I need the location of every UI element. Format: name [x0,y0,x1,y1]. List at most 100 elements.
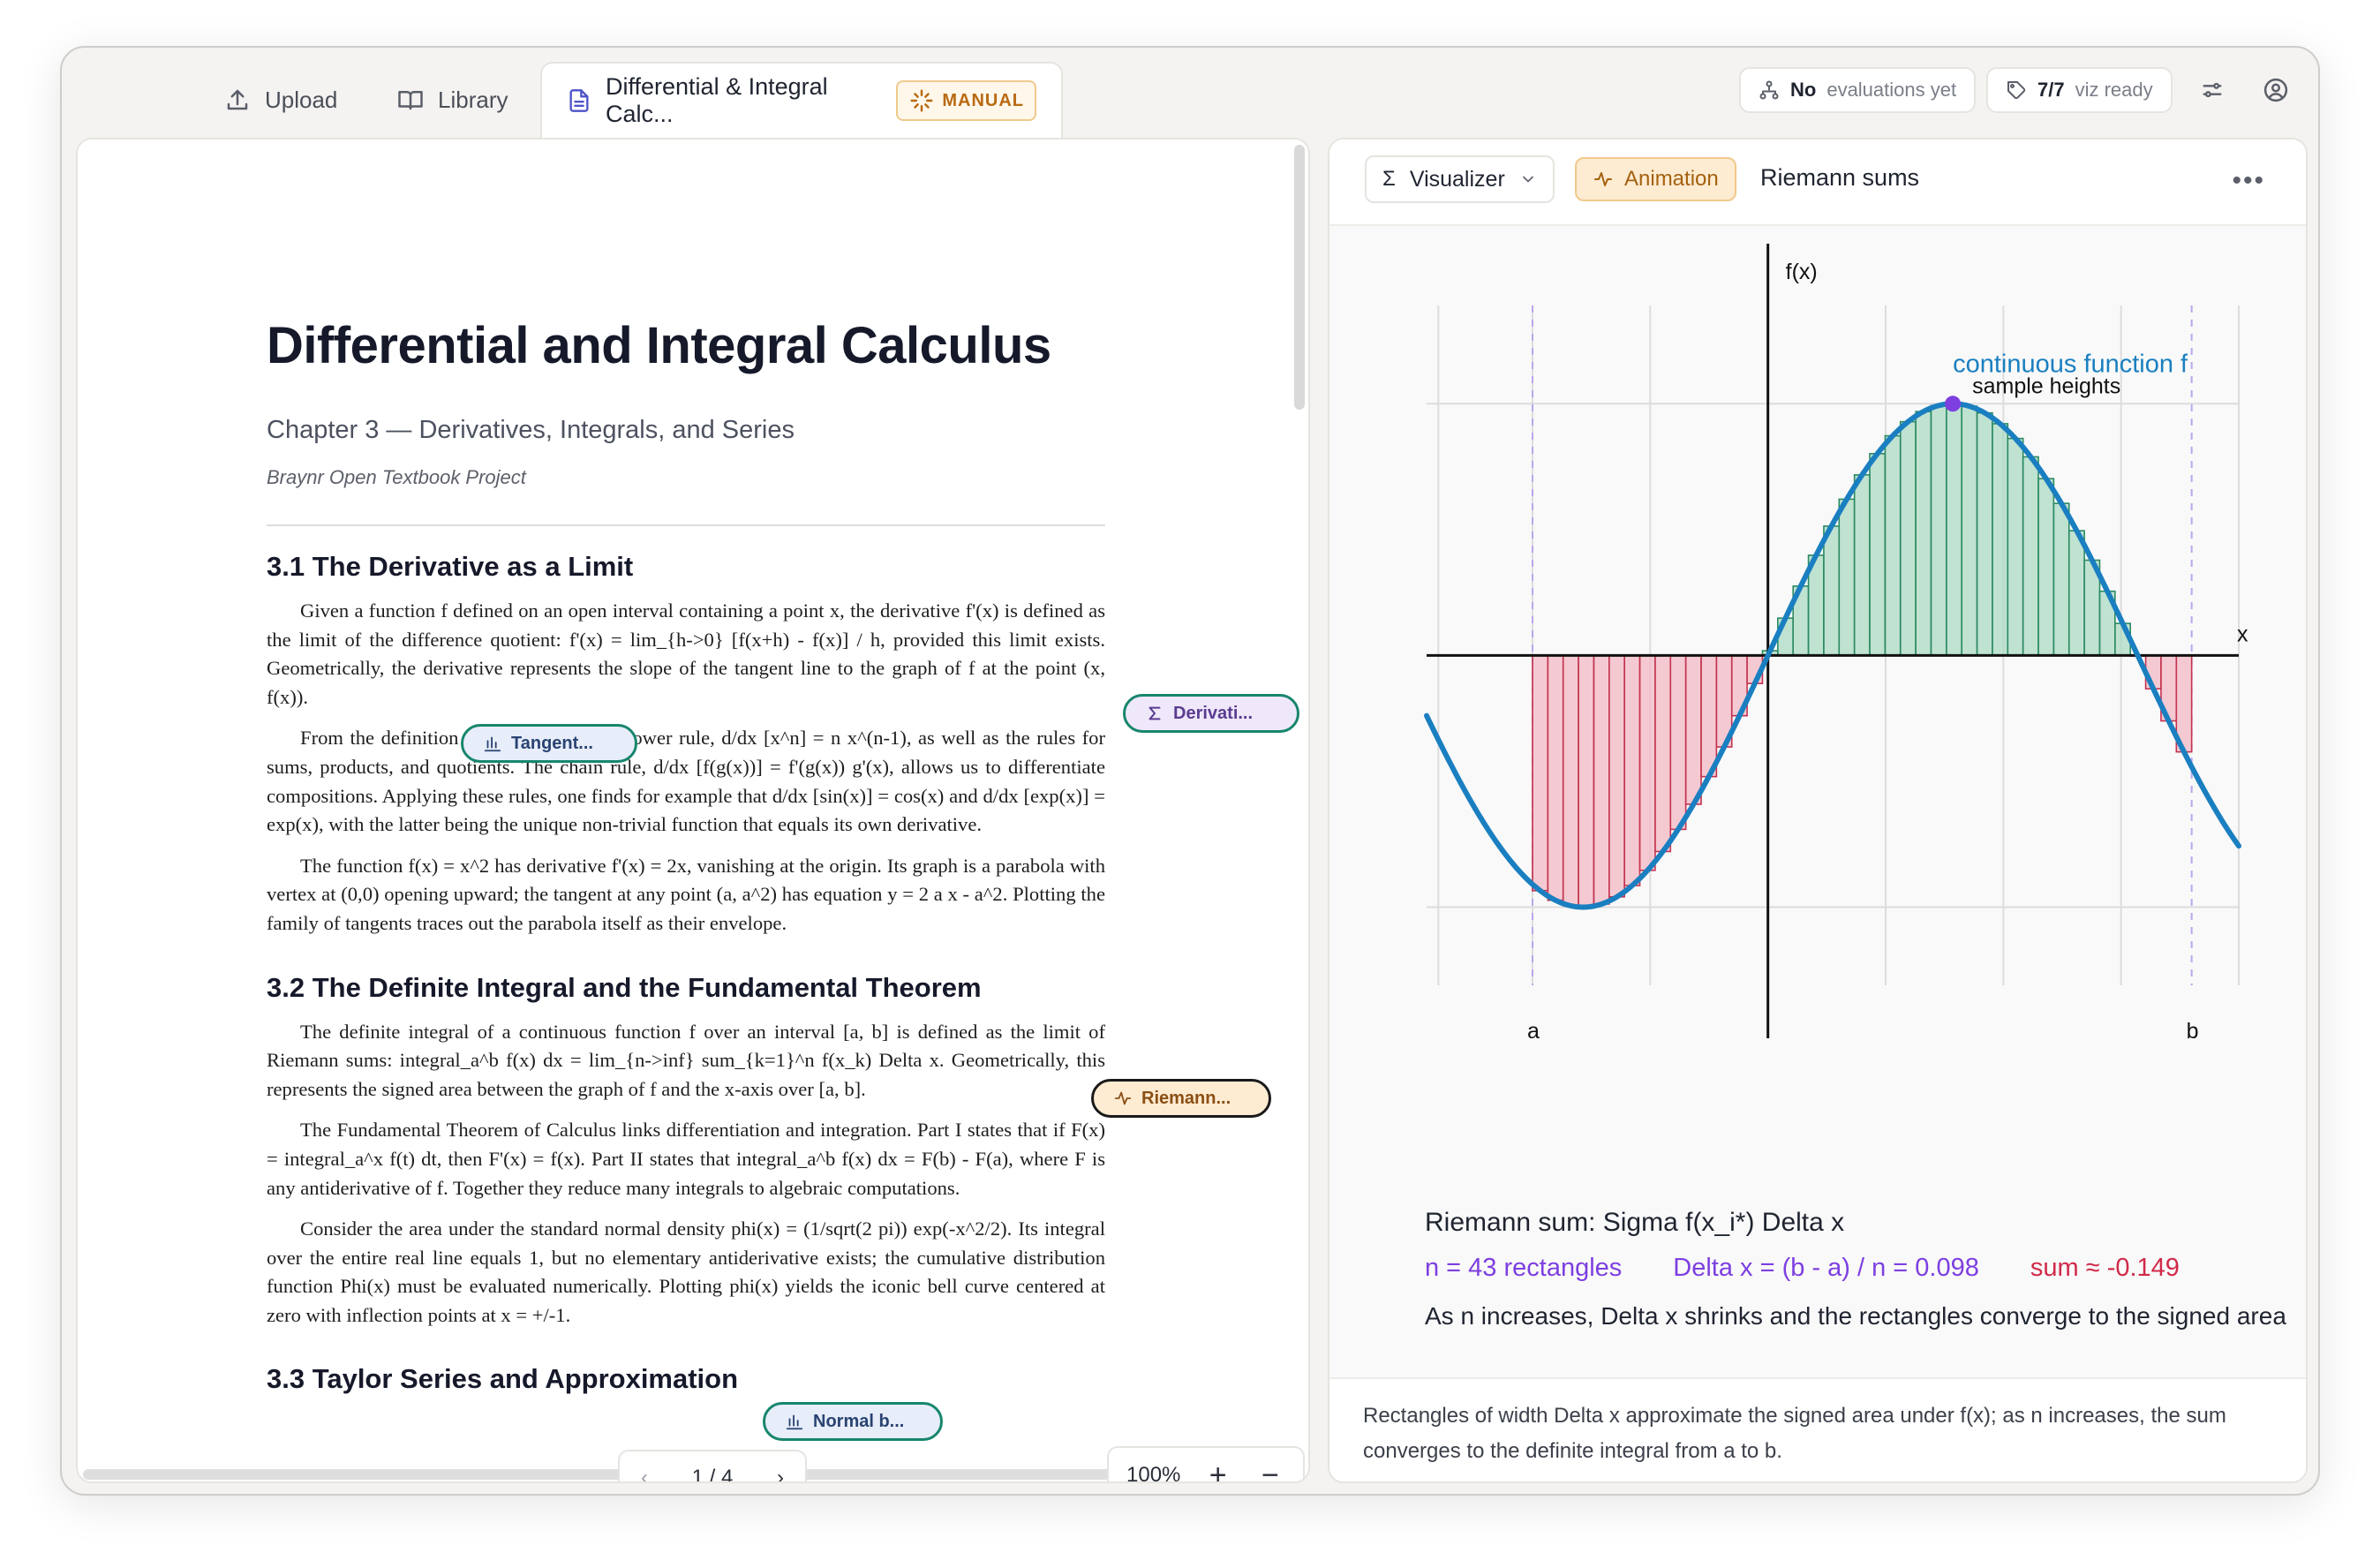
paragraph: The function f(x) = x^2 has derivative f… [267,854,1105,934]
sigma-icon [1149,706,1161,720]
sum-value: sum ≈ -0.149 [2030,1254,2180,1282]
viz-ready-count: 7/7 [2037,79,2065,101]
sigma-icon: Σ [1382,167,1396,191]
section-heading: 3.1 The Derivative as a Limit [267,551,634,582]
pulse-icon [1114,1091,1132,1105]
riemann-rectangle [1946,403,1963,657]
visualizer-header: Σ Visualizer Animation Riemann sums ••• [1329,139,2306,226]
visualization-canvas: f(x) x a b continuous function f sample heigh… [1329,226,2306,1377]
b-bound-label: b [2187,1019,2199,1044]
riemann-rectangle [1654,654,1672,853]
settings-sliders-icon[interactable] [2195,72,2230,108]
divider [267,524,1105,526]
evaluations-count: No [1790,79,1817,101]
y-axis-label: f(x) [1786,260,1818,284]
source-line: Braynr Open Textbook Project [267,466,526,488]
evaluations-status[interactable]: No evaluations yet [1739,67,1977,113]
riemann-rectangle [1853,474,1871,657]
x-axis-label: x [2237,622,2248,646]
top-bar: Upload Library Differential & Integral C… [62,48,2318,138]
tab-upload-label: Upload [265,86,338,113]
chevron-down-icon [1522,176,1533,183]
viz-chip-derivative[interactable]: Derivati... [1123,694,1299,733]
tab-document-title: Differential & Integral Calc... [606,73,828,127]
account-icon[interactable] [2258,72,2293,108]
paragraph: Given a function f defined on an open in… [267,599,1105,708]
delta-x-value: Delta x = (b - a) / n = 0.098 [1673,1254,1979,1282]
paragraph: The Fundamental Theorem of Calculus link… [267,1119,1105,1199]
visualization-caption: Rectangles of width Delta x approximate … [1329,1377,2306,1481]
riemann-rectangle [1930,404,1947,657]
visualizer-dropdown-label: Visualizer [1409,166,1505,192]
viz-chip-label: Tangent... [511,733,593,753]
book-icon [398,91,423,110]
tab-document[interactable]: Differential & Integral Calc... MANUAL [540,62,1063,138]
riemann-rectangle [2022,456,2039,657]
riemann-rectangle [1823,525,1841,657]
visualizer-dropdown[interactable]: Σ Visualizer [1365,155,1555,203]
pulse-icon [1594,172,1612,186]
app-window: Upload Library Differential & Integral C… [60,46,2320,1496]
viz-chip-label: Normal b... [813,1411,905,1431]
chapter-subtitle: Chapter 3 — Derivatives, Integrals, and … [267,416,795,444]
a-bound-label: a [1527,1019,1540,1044]
convergence-note: As n increases, Delta x shrinks and the … [1425,1302,2286,1330]
chevron-right-icon[interactable]: › [777,1466,784,1481]
sample-heights-label: sample heights [1972,373,2120,398]
bar-chart-icon [484,736,501,752]
riemann-rectangle [2007,437,2024,657]
riemann-rectangle [1884,434,1902,657]
riemann-rectangle [1623,654,1641,886]
bar-chart-icon [786,1414,803,1430]
viz-chip-tangent[interactable]: Tangent... [461,724,637,763]
zoom-out-button[interactable]: − [1255,1459,1285,1482]
riemann-rectangle [1562,654,1579,907]
viz-chip-label: Derivati... [1173,703,1254,723]
section-heading: 3.3 Taylor Series and Approximation [267,1363,739,1395]
riemann-rectangle [1899,420,1917,657]
more-options-icon[interactable]: ••• [2232,166,2265,196]
evaluations-text: evaluations yet [1826,79,1957,101]
tab-library[interactable]: Library [397,62,508,138]
tab-library-label: Library [438,86,508,113]
hierarchy-icon [1759,80,1779,100]
riemann-stats: Riemann sum: Sigma f(x_i*) Delta x n = 4… [1425,1208,2306,1331]
page-indicator: 1 / 4 [691,1466,734,1483]
riemann-rectangle [1684,654,1702,805]
viz-ready-status[interactable]: 7/7 viz ready [1986,67,2173,113]
manual-badge: MANUAL [896,80,1036,121]
vertical-scrollbar[interactable] [1294,145,1305,410]
document-page: Differential and Integral Calculus Chapt… [267,316,1105,1395]
animation-mode-chip[interactable]: Animation [1575,157,1736,201]
riemann-rectangle [1669,654,1687,831]
page-navigator: ‹ 1 / 4 › [618,1450,807,1483]
riemann-rectangle [1992,423,2009,657]
riemann-rectangle [1638,654,1656,871]
tab-upload[interactable]: Upload [224,62,337,138]
visualization-name: Riemann sums [1760,164,1920,191]
riemann-rectangle [1532,654,1549,892]
viz-chip-riemann[interactable]: Riemann... [1091,1079,1271,1118]
riemann-sum-heading: Riemann sum: Sigma f(x_i*) Delta x [1425,1208,1845,1237]
section-heading: 3.2 The Definite Integral and the Fundam… [267,971,982,1003]
riemann-rectangle [1608,654,1625,898]
riemann-rectangle [1593,654,1610,905]
riemann-rectangle [1915,411,1932,657]
riemann-rectangle [2067,530,2085,657]
chevron-left-icon[interactable]: ‹ [641,1466,648,1481]
paragraph: The definite integral of a continuous fu… [267,1020,1105,1100]
document-viewer[interactable]: Differential and Integral Calculus Chapt… [76,138,1310,1483]
upload-icon [227,89,248,110]
animation-mode-label: Animation [1624,167,1719,191]
paragraph: Consider the area under the standard nor… [267,1217,1105,1326]
rectangle-count: n = 43 rectangles [1425,1254,1623,1282]
paragraph: From the definition one can derive the p… [267,727,1105,836]
viz-chip-normal[interactable]: Normal b... [763,1402,943,1441]
viz-chip-label: Riemann... [1141,1088,1231,1108]
document-title: Differential and Integral Calculus [267,317,1051,374]
document-icon [569,89,589,112]
riemann-rectangle [1700,654,1718,778]
riemann-rectangle [1869,452,1887,657]
zoom-in-button[interactable]: + [1203,1459,1233,1482]
riemann-rectangle [1976,411,1993,657]
